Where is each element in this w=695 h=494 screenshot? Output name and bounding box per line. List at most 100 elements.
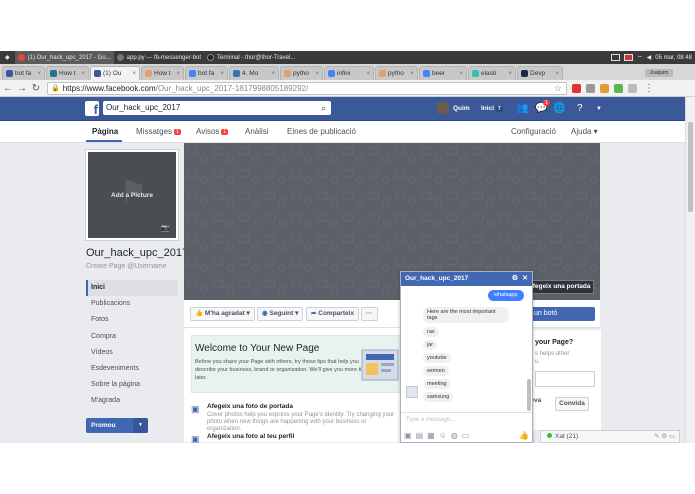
- profile-picture[interactable]: ⚑ Add a Picture 📷: [86, 150, 178, 240]
- sidebar-item-posts[interactable]: Publicacions: [86, 296, 178, 312]
- globe-icon[interactable]: 🌐: [553, 103, 565, 114]
- sidebar-item-videos[interactable]: Vídeos: [86, 345, 178, 361]
- sidebar-item-shop[interactable]: Compra: [86, 329, 178, 345]
- chevron-down-icon[interactable]: ▼: [133, 418, 148, 433]
- browser-tab[interactable]: How t ×: [141, 66, 184, 80]
- friend-requests-icon[interactable]: 👥: [516, 103, 528, 114]
- task-add-cover[interactable]: ▣ Afegeix una foto de portada Cover phot…: [191, 403, 401, 432]
- taskbar-item-chrome[interactable]: (1) Our_hack_upc_2017 - Go...: [14, 51, 114, 64]
- close-icon[interactable]: ×: [457, 71, 463, 77]
- settings-link[interactable]: Configuració: [511, 127, 556, 136]
- sidebar-item-events[interactable]: Esdeveniments: [86, 361, 178, 377]
- like-button[interactable]: 👍 M'ha agradat ▾: [190, 307, 255, 321]
- close-icon[interactable]: ×: [218, 71, 224, 77]
- close-icon[interactable]: ×: [79, 71, 85, 77]
- workspace-icon[interactable]: [624, 54, 634, 61]
- task-add-profile-photo[interactable]: ▣ Afegeix una foto al teu perfil: [191, 433, 401, 444]
- close-icon[interactable]: ×: [174, 71, 180, 77]
- thumbs-up-icon[interactable]: 👍: [519, 431, 529, 440]
- messenger-scrollbar[interactable]: [527, 379, 531, 411]
- close-icon[interactable]: ×: [553, 71, 559, 77]
- close-icon[interactable]: ✕: [522, 272, 528, 286]
- browser-tab[interactable]: How t ×: [46, 66, 89, 80]
- follow-button[interactable]: ◉ Seguint ▾: [257, 307, 304, 321]
- sidebar-item-likes[interactable]: M'agrada: [86, 393, 178, 409]
- sidebar-item-home[interactable]: Inici: [86, 280, 178, 297]
- browser-tab-active[interactable]: (1) Ou ×: [90, 66, 140, 80]
- tab-messages[interactable]: Missatges 1: [136, 127, 181, 136]
- browser-tab[interactable]: bot fa ×: [185, 66, 228, 80]
- page-scrollbar[interactable]: [685, 97, 695, 443]
- close-icon[interactable]: ×: [506, 71, 512, 77]
- sticker-icon[interactable]: ▦: [427, 431, 435, 440]
- payment-icon[interactable]: ▭: [462, 431, 470, 440]
- browser-tab[interactable]: pytho ×: [375, 66, 418, 80]
- invite-button[interactable]: Convida: [555, 397, 589, 411]
- gif-icon[interactable]: ▤: [416, 431, 424, 440]
- bookmark-star-icon[interactable]: ☆: [554, 83, 562, 94]
- page-title: Our_hack_upc_2017: [86, 247, 189, 259]
- reload-icon[interactable]: ↻: [30, 82, 42, 94]
- close-icon[interactable]: ×: [35, 71, 41, 77]
- browser-tab[interactable]: pytho ×: [280, 66, 323, 80]
- share-button[interactable]: ➦ Comparteix: [306, 307, 360, 321]
- close-icon[interactable]: ×: [364, 71, 370, 77]
- photo-icon[interactable]: ▣: [404, 431, 412, 440]
- address-bar[interactable]: 🔒 https://www.facebook.com/Our_hack_upc_…: [47, 81, 567, 95]
- message-input[interactable]: Type a message...: [401, 412, 532, 428]
- browser-menu-icon[interactable]: ⋮: [643, 82, 655, 94]
- home-link[interactable]: Inici 7: [481, 105, 503, 112]
- battery-icon[interactable]: [611, 54, 621, 61]
- chat-sidebar-toggle[interactable]: Xat (21) ✎ ⚙ ▭: [540, 430, 680, 443]
- game-icon[interactable]: ◍: [451, 431, 458, 440]
- taskbar-item-terminal[interactable]: Terminal - thor@thor-Travel...: [204, 51, 298, 64]
- tab-notifications[interactable]: Avisos 1: [196, 127, 229, 136]
- profile-link[interactable]: Quim: [437, 102, 470, 114]
- close-icon[interactable]: ×: [130, 71, 136, 77]
- taskbar-item-editor[interactable]: app.py — fb-messenger-bot: [114, 51, 204, 64]
- invite-input[interactable]: [535, 371, 595, 387]
- browser-tab[interactable]: infini ×: [324, 66, 374, 80]
- close-icon[interactable]: ×: [313, 71, 319, 77]
- adblock-extension-icon[interactable]: [572, 83, 581, 93]
- messenger-header[interactable]: Our_hack_upc_2017 ⚙ ✕: [401, 272, 532, 286]
- taskbar-menu[interactable]: ◆: [0, 51, 15, 64]
- profile-chip[interactable]: Joaquim: [645, 69, 673, 77]
- help-menu[interactable]: Ajuda ▾: [571, 127, 598, 136]
- search-icon[interactable]: ⌕: [321, 101, 326, 115]
- browser-tab[interactable]: bot fa ×: [2, 66, 45, 80]
- browser-tab[interactable]: beer ×: [419, 66, 467, 80]
- gear-icon[interactable]: ⚙: [512, 272, 518, 286]
- clock[interactable]: 05 mar, 08:48: [655, 55, 692, 61]
- tab-insights[interactable]: Anàlisi: [245, 127, 269, 136]
- browser-tab[interactable]: elasti ×: [468, 66, 516, 80]
- cover-photo-area[interactable]: [184, 143, 600, 300]
- sidebar-item-photos[interactable]: Fotos: [86, 312, 178, 328]
- close-icon[interactable]: ×: [408, 71, 414, 77]
- emoji-icon[interactable]: ☺: [439, 431, 447, 440]
- account-menu-icon[interactable]: ▼: [596, 106, 602, 112]
- volume-icon[interactable]: ◀: [647, 54, 652, 61]
- back-icon[interactable]: ←: [2, 82, 14, 94]
- facebook-logo-icon[interactable]: f: [85, 101, 99, 116]
- sidebar-item-about[interactable]: Sobre la pàgina: [86, 377, 178, 393]
- camera-icon[interactable]: 📷: [161, 224, 170, 232]
- extension-icon[interactable]: [586, 83, 595, 93]
- more-button[interactable]: ···: [361, 307, 378, 321]
- forward-icon[interactable]: →: [16, 82, 28, 94]
- scrollbar-thumb[interactable]: [688, 122, 693, 212]
- wifi-icon[interactable]: ⌔: [637, 54, 643, 62]
- browser-tab[interactable]: Devp ×: [517, 66, 563, 80]
- extension-icon[interactable]: [600, 83, 609, 93]
- search-input[interactable]: Our_hack_upc_2017 ⌕: [103, 101, 331, 115]
- tab-page[interactable]: Pàgina: [92, 127, 118, 136]
- tab-publishing-tools[interactable]: Eines de publicació: [287, 127, 356, 136]
- add-cover-button[interactable]: Afegeix una portada: [523, 280, 594, 294]
- browser-tab[interactable]: 4. Mo ×: [229, 66, 279, 80]
- create-username-link[interactable]: Create Page @Username: [86, 263, 167, 270]
- help-icon[interactable]: ?: [577, 103, 583, 114]
- close-icon[interactable]: ×: [269, 71, 275, 77]
- extension-icon[interactable]: [614, 83, 623, 93]
- chat-options-icon[interactable]: ✎ ⚙ ▭: [654, 431, 675, 442]
- extension-icon[interactable]: [628, 83, 637, 93]
